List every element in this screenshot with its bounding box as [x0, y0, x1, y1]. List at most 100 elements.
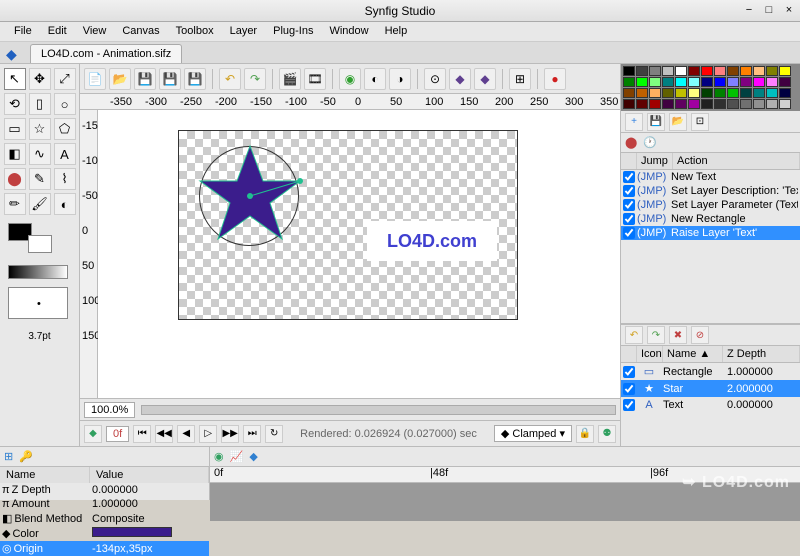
history-row[interactable]: (JMP)New Text [621, 170, 800, 184]
palette-swatch[interactable] [714, 66, 726, 76]
history-row[interactable]: (JMP)Set Layer Description: 'Text' -> 'T… [621, 184, 800, 198]
onion-button[interactable]: ◉ [339, 68, 361, 90]
palette-swatch[interactable] [753, 77, 765, 87]
menu-layer[interactable]: Layer [222, 22, 266, 41]
eyedrop-tool[interactable]: ✎ [29, 168, 51, 190]
palette-swatch[interactable] [714, 77, 726, 87]
rectangle-tool[interactable]: ▭ [4, 118, 26, 140]
palette-swatch[interactable] [675, 99, 687, 109]
curves-tab-icon[interactable]: 📈 [230, 450, 244, 463]
layer-row[interactable]: ▭Rectangle1.000000 [621, 363, 800, 380]
menu-view[interactable]: View [75, 22, 115, 41]
lock-button[interactable]: ◆ [449, 68, 471, 90]
record-button[interactable]: ● [544, 68, 566, 90]
undo-button[interactable]: ↶ [625, 326, 643, 344]
params-tab-icon2[interactable]: 🔑 [19, 450, 33, 463]
render-button[interactable]: 🎞 [304, 68, 326, 90]
palette-swatch[interactable] [636, 77, 648, 87]
star-shape[interactable] [195, 141, 305, 251]
layer-visible-check[interactable] [623, 383, 635, 395]
keyframe-lock-button[interactable]: 🔒 [576, 425, 594, 443]
mirror-tool[interactable]: ▯ [29, 93, 51, 115]
palette-swatch[interactable] [636, 88, 648, 98]
palette-swatch[interactable] [727, 88, 739, 98]
seek-start-button[interactable]: ⏮ [133, 425, 151, 443]
palette-swatch[interactable] [688, 99, 700, 109]
palette-swatch[interactable] [662, 88, 674, 98]
palette-swatch[interactable] [688, 88, 700, 98]
loop-button[interactable]: ↻ [265, 425, 283, 443]
palette-swatch[interactable] [779, 77, 791, 87]
palette-swatch[interactable] [753, 88, 765, 98]
palette-swatch[interactable] [675, 66, 687, 76]
params-col-name[interactable]: Name [0, 467, 90, 483]
palette-swatch[interactable] [701, 88, 713, 98]
onion-next-button[interactable]: ◑ [389, 68, 411, 90]
param-row[interactable]: πAmount1.000000 [0, 497, 209, 511]
history-check[interactable] [623, 199, 635, 211]
history-col-check[interactable] [621, 153, 637, 169]
canvas-viewport[interactable]: LO4D.com [98, 110, 620, 398]
param-row[interactable]: πZ Depth0.000000 [0, 483, 209, 497]
history-row[interactable]: (JMP)New Rectangle [621, 212, 800, 226]
history-check[interactable] [623, 171, 635, 183]
zoom-slider[interactable] [141, 405, 616, 415]
draw-tool[interactable]: ⌇ [54, 168, 76, 190]
menu-toolbox[interactable]: Toolbox [168, 22, 222, 41]
palette-swatch[interactable] [714, 99, 726, 109]
timetrack-tab-icon[interactable]: ◉ [214, 450, 224, 463]
zoom-value[interactable]: 100.0% [84, 402, 135, 418]
polygon-tool[interactable]: ⬠ [54, 118, 76, 140]
palette-swatch[interactable] [779, 99, 791, 109]
width-tool[interactable]: ◐ [54, 193, 76, 215]
star-tool[interactable]: ☆ [29, 118, 51, 140]
param-row[interactable]: ◧Blend MethodComposite [0, 511, 209, 526]
palette-add-button[interactable]: + [625, 113, 643, 131]
menu-file[interactable]: File [6, 22, 40, 41]
layer-visible-check[interactable] [623, 366, 635, 378]
palette-swatch[interactable] [675, 77, 687, 87]
palette-swatch[interactable] [766, 99, 778, 109]
palette-swatch[interactable] [766, 88, 778, 98]
palette-swatch[interactable] [701, 99, 713, 109]
save-button[interactable]: 💾 [134, 68, 156, 90]
frame-field[interactable]: 0f [106, 426, 129, 442]
gradient-tool[interactable]: ◧ [4, 143, 26, 165]
palette-swatch[interactable] [649, 66, 661, 76]
brush-preview[interactable] [8, 287, 68, 319]
play-rev-button[interactable]: ◀ [177, 425, 195, 443]
palette-save-button[interactable]: 💾 [647, 113, 665, 131]
menu-window[interactable]: Window [321, 22, 376, 41]
palette-swatch[interactable] [766, 66, 778, 76]
history-row[interactable]: (JMP)Raise Layer 'Text' [621, 226, 800, 240]
history-tab-icon2[interactable]: 🕐 [643, 136, 657, 149]
preview-button[interactable]: 🎬 [279, 68, 301, 90]
layers-col-name[interactable]: Name ▲ [663, 346, 723, 362]
history-col-jump[interactable]: Jump [637, 153, 673, 169]
palette-swatch[interactable] [740, 77, 752, 87]
anim-mode-button[interactable]: ⚉ [598, 425, 616, 443]
palette-swatch[interactable] [662, 77, 674, 87]
palette-swatch[interactable] [636, 66, 648, 76]
seek-end-button[interactable]: ⏭ [243, 425, 261, 443]
palette-swatch[interactable] [662, 66, 674, 76]
layer-row[interactable]: AText0.000000 [621, 397, 800, 413]
palette-swatch[interactable] [766, 77, 778, 87]
sketch-tool[interactable]: ✏ [4, 193, 26, 215]
seek-next-button[interactable]: ▶▶ [221, 425, 239, 443]
canvas-text-layer[interactable]: LO4D.com [367, 221, 497, 261]
param-row[interactable]: ◎Origin-134px,35px [0, 541, 209, 556]
history-row[interactable]: (JMP)Set Layer Parameter (Text):Origin [621, 198, 800, 212]
layers-col-z[interactable]: Z Depth [723, 346, 800, 362]
saveas-button[interactable]: 💾 [159, 68, 181, 90]
layers-col-show[interactable] [621, 346, 637, 362]
history-tab-icon[interactable]: ⬤ [625, 136, 637, 149]
undo-button[interactable]: ↶ [219, 68, 241, 90]
palette-swatch[interactable] [740, 66, 752, 76]
palette-swatch[interactable] [688, 66, 700, 76]
history-check[interactable] [623, 213, 635, 225]
palette-swatch[interactable] [727, 66, 739, 76]
transform-tool[interactable]: ↖ [4, 68, 26, 90]
grid-button[interactable]: ⊞ [509, 68, 531, 90]
palette-default-button[interactable]: ⊡ [691, 113, 709, 131]
